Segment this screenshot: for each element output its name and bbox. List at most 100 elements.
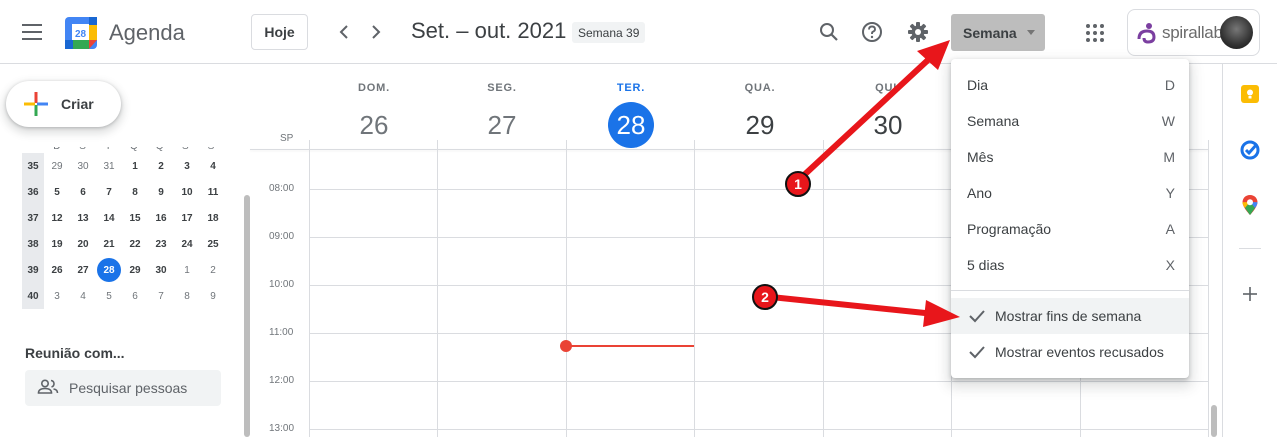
- create-button-label: Criar: [61, 96, 94, 112]
- mini-calendar-day[interactable]: 1: [174, 257, 200, 283]
- menu-item-label: Semana: [967, 113, 1020, 129]
- sidebar-scrollbar[interactable]: [244, 195, 250, 437]
- menu-item-label: 5 dias: [967, 257, 1005, 273]
- mini-calendar-day[interactable]: 26: [44, 257, 70, 283]
- week-number[interactable]: 36: [22, 179, 44, 205]
- mini-calendar-day[interactable]: 22: [122, 231, 148, 257]
- tasks-icon[interactable]: [1239, 139, 1261, 161]
- mini-calendar-day[interactable]: 29: [44, 153, 70, 179]
- day-of-week: TER.: [616, 82, 646, 94]
- mini-calendar-day[interactable]: 8: [174, 283, 200, 309]
- mini-calendar-day[interactable]: 6: [70, 179, 96, 205]
- mini-calendar-day[interactable]: 1: [122, 153, 148, 179]
- mini-calendar-day[interactable]: 12: [44, 205, 70, 231]
- mini-calendar-day[interactable]: 27: [70, 257, 96, 283]
- mini-calendar-day-today[interactable]: 28: [96, 257, 122, 283]
- day-column-header-today[interactable]: TER. 28: [567, 82, 695, 148]
- caret-down-icon: [1027, 30, 1035, 35]
- help-icon[interactable]: [858, 18, 886, 46]
- mini-calendar-day[interactable]: 7: [148, 283, 174, 309]
- keep-icon[interactable]: [1239, 83, 1261, 105]
- mini-calendar-day[interactable]: 7: [96, 179, 122, 205]
- day-column-header[interactable]: QUI. 30: [824, 82, 952, 148]
- menu-option-show-declined[interactable]: Mostrar eventos recusados: [951, 334, 1189, 370]
- current-period: Set. – out. 2021: [411, 18, 567, 43]
- mini-calendar-day[interactable]: 8: [122, 179, 148, 205]
- week-number[interactable]: 35: [22, 153, 44, 179]
- menu-item-schedule[interactable]: Programação A: [951, 211, 1189, 247]
- week-number[interactable]: 40: [22, 283, 44, 309]
- mini-calendar-day[interactable]: 6: [122, 283, 148, 309]
- mini-calendar-day[interactable]: 30: [148, 257, 174, 283]
- mini-calendar-day[interactable]: 24: [174, 231, 200, 257]
- mini-calendar-day[interactable]: 9: [200, 283, 226, 309]
- mini-calendar-day[interactable]: 3: [174, 153, 200, 179]
- create-button[interactable]: Criar: [6, 81, 121, 127]
- day-of-week: SEG.: [487, 82, 517, 94]
- day-of-week: DOM.: [358, 82, 390, 94]
- mini-calendar-day[interactable]: 2: [148, 153, 174, 179]
- mini-calendar-day[interactable]: 9: [148, 179, 174, 205]
- mini-calendar-week-row: 37 12 13 14 15 16 17 18: [22, 205, 228, 231]
- menu-item-week[interactable]: Semana W: [951, 103, 1189, 139]
- mini-calendar-week-row: 40 3 4 5 6 7 8 9: [22, 283, 228, 309]
- avatar[interactable]: [1220, 16, 1253, 49]
- chevron-left-icon[interactable]: [330, 18, 358, 46]
- day-column-header[interactable]: QUA. 29: [696, 82, 824, 148]
- view-selector-button[interactable]: Semana: [951, 14, 1045, 51]
- apps-grid-icon[interactable]: [1086, 24, 1104, 42]
- mini-calendar-day[interactable]: 29: [122, 257, 148, 283]
- mini-calendar-day[interactable]: 19: [44, 231, 70, 257]
- search-people-input[interactable]: Pesquisar pessoas: [25, 370, 221, 406]
- account-brand[interactable]: spirallab: [1127, 9, 1260, 56]
- hour-label: 10:00: [269, 279, 295, 290]
- logo-day-number: 28: [75, 29, 87, 40]
- week-number[interactable]: 38: [22, 231, 44, 257]
- hamburger-menu-icon[interactable]: [22, 24, 42, 40]
- day-of-week: QUI.: [875, 82, 901, 94]
- mini-calendar-day[interactable]: 14: [96, 205, 122, 231]
- mini-calendar-week-row: 36 5 6 7 8 9 10 11: [22, 179, 228, 205]
- mini-calendar-day[interactable]: 17: [174, 205, 200, 231]
- mini-calendar-day[interactable]: 13: [70, 205, 96, 231]
- day-column-header[interactable]: SEG. 27: [438, 82, 566, 148]
- mini-calendar-day[interactable]: 31: [96, 153, 122, 179]
- gear-icon[interactable]: [904, 18, 932, 46]
- mini-calendar-day[interactable]: 23: [148, 231, 174, 257]
- today-button[interactable]: Hoje: [251, 14, 308, 50]
- add-icon[interactable]: [1239, 283, 1261, 305]
- menu-item-day[interactable]: Dia D: [951, 67, 1189, 103]
- mini-calendar-day[interactable]: 10: [174, 179, 200, 205]
- menu-divider: [951, 290, 1189, 291]
- chevron-right-icon[interactable]: [362, 18, 390, 46]
- mini-calendar-day[interactable]: 18: [200, 205, 226, 231]
- menu-item-year[interactable]: Ano Y: [951, 175, 1189, 211]
- mini-calendar-day[interactable]: 2: [200, 257, 226, 283]
- grid-scrollbar[interactable]: [1211, 405, 1217, 437]
- mini-calendar-day[interactable]: 4: [200, 153, 226, 179]
- menu-option-show-weekends[interactable]: Mostrar fins de semana: [951, 298, 1189, 334]
- annotation-badge-2: 2: [752, 284, 778, 310]
- mini-calendar-day[interactable]: 25: [200, 231, 226, 257]
- mini-calendar-day[interactable]: 20: [70, 231, 96, 257]
- menu-item-5-days[interactable]: 5 dias X: [951, 247, 1189, 283]
- week-number[interactable]: 39: [22, 257, 44, 283]
- calendar-logo-icon[interactable]: 28: [64, 16, 98, 50]
- menu-item-shortcut: W: [1161, 113, 1175, 129]
- mini-calendar-day[interactable]: 3: [44, 283, 70, 309]
- mini-calendar-day[interactable]: 11: [200, 179, 226, 205]
- day-column-header[interactable]: DOM. 26: [310, 82, 438, 148]
- hour-label: 08:00: [269, 183, 295, 194]
- maps-icon[interactable]: [1239, 194, 1261, 216]
- mini-calendar-day[interactable]: 21: [96, 231, 122, 257]
- mini-calendar-day[interactable]: 5: [44, 179, 70, 205]
- menu-item-month[interactable]: Mês M: [951, 139, 1189, 175]
- menu-item-shortcut: Y: [1165, 185, 1175, 201]
- mini-calendar-day[interactable]: 4: [70, 283, 96, 309]
- mini-calendar-day[interactable]: 15: [122, 205, 148, 231]
- mini-calendar-day[interactable]: 5: [96, 283, 122, 309]
- mini-calendar-day[interactable]: 30: [70, 153, 96, 179]
- search-icon[interactable]: [815, 18, 843, 46]
- mini-calendar-day[interactable]: 16: [148, 205, 174, 231]
- week-number[interactable]: 37: [22, 205, 44, 231]
